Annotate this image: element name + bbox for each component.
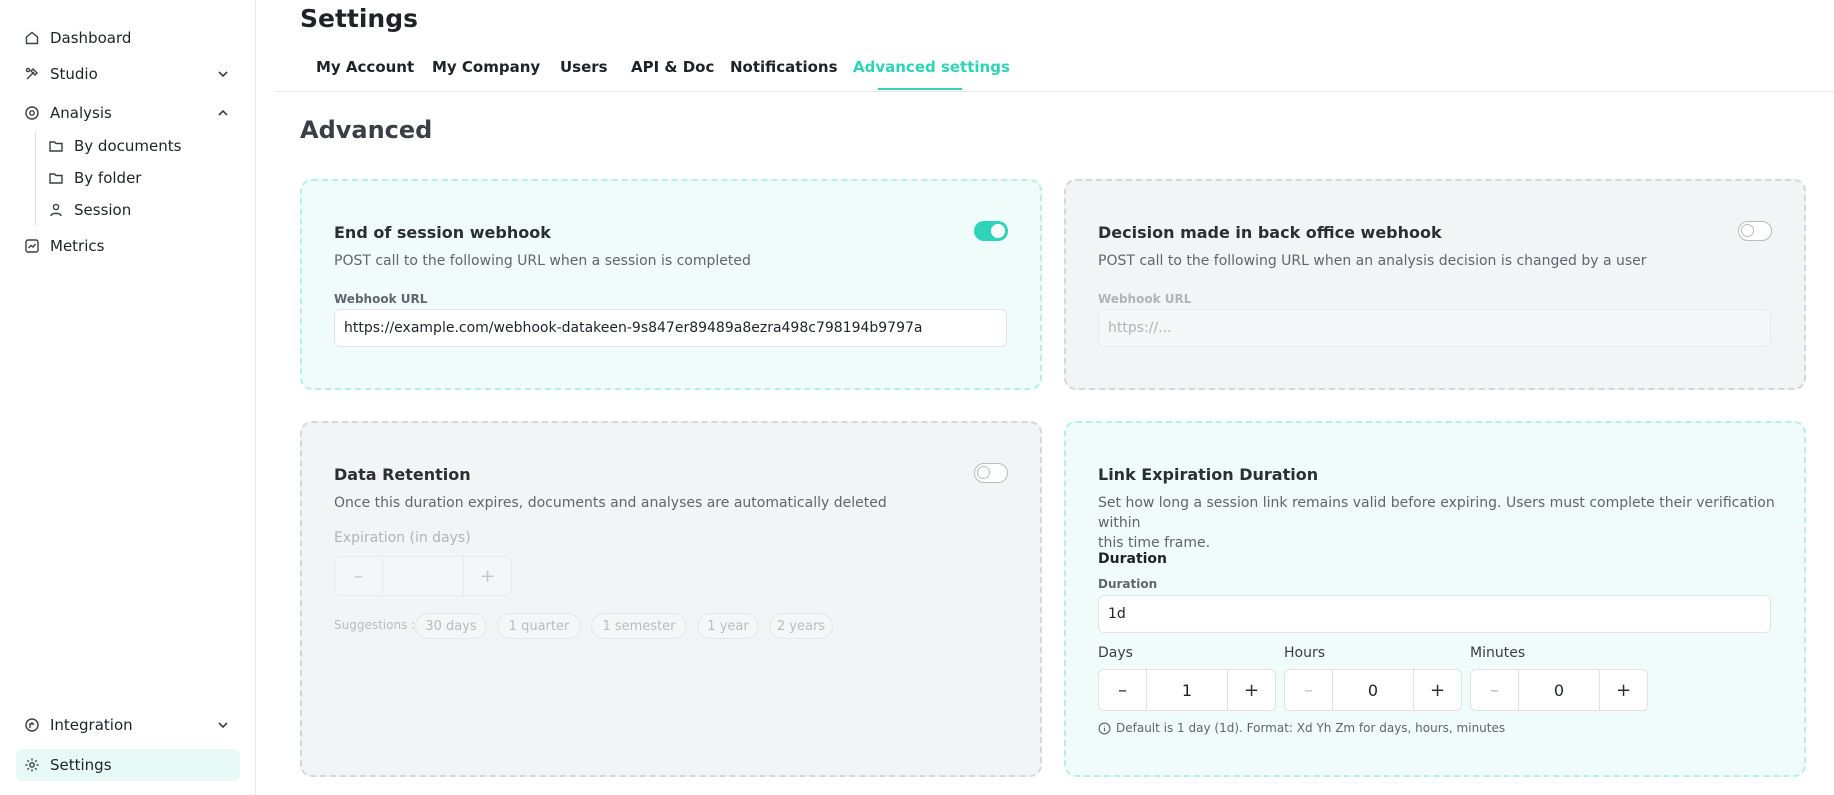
card-title: Link Expiration Duration	[1098, 465, 1319, 484]
sidebar-item-metrics[interactable]: Metrics	[16, 230, 240, 262]
days-decrement-button[interactable]: –	[1099, 670, 1147, 710]
card-title: End of session webhook	[334, 223, 551, 242]
minutes-stepper: – 0 +	[1470, 669, 1648, 711]
card-data-retention: Data Retention Once this duration expire…	[300, 421, 1042, 777]
sidebar-item-label: Metrics	[50, 237, 105, 255]
target-icon	[24, 105, 40, 121]
tab-my-company[interactable]: My Company	[432, 58, 540, 76]
sidebar-subitem-label: By documents	[74, 137, 182, 155]
expiration-label: Expiration (in days)	[334, 530, 471, 546]
hours-decrement-button[interactable]: –	[1285, 670, 1333, 710]
suggestion-chip[interactable]: 30 days	[415, 613, 487, 639]
minutes-value[interactable]: 0	[1519, 670, 1599, 710]
days-label: Days	[1098, 645, 1133, 661]
card-link-expiration: Link Expiration Duration Set how long a …	[1064, 421, 1806, 777]
gear-icon	[24, 757, 40, 773]
tab-users[interactable]: Users	[560, 58, 608, 76]
suggestion-chip[interactable]: 1 semester	[591, 613, 687, 639]
sidebar-item-label: Studio	[50, 65, 98, 83]
hours-label: Hours	[1284, 645, 1326, 661]
session-webhook-url-input[interactable]: https://example.com/webhook-datakeen-9s8…	[334, 309, 1007, 347]
sidebar-subitem-label: Session	[74, 201, 132, 219]
hours-increment-button[interactable]: +	[1413, 670, 1461, 710]
description-line: this time frame.	[1098, 535, 1211, 551]
days-increment-button[interactable]: +	[1227, 670, 1275, 710]
sidebar-item-integration[interactable]: Integration	[16, 709, 240, 741]
integration-icon	[24, 717, 40, 733]
suggestion-chip[interactable]: 1 quarter	[497, 613, 581, 639]
minutes-decrement-button[interactable]: –	[1471, 670, 1519, 710]
webhook-url-label: Webhook URL	[334, 292, 428, 306]
hours-value[interactable]: 0	[1333, 670, 1413, 710]
tab-my-account[interactable]: My Account	[316, 58, 414, 76]
decrement-button[interactable]: –	[335, 557, 383, 595]
chart-icon	[24, 238, 40, 254]
studio-icon	[24, 66, 40, 82]
minutes-label: Minutes	[1470, 645, 1526, 661]
folder-icon	[48, 138, 64, 154]
days-stepper: – 1 +	[1098, 669, 1276, 711]
card-title: Decision made in back office webhook	[1098, 223, 1442, 242]
minutes-increment-button[interactable]: +	[1599, 670, 1647, 710]
chevron-up-icon[interactable]	[216, 106, 230, 120]
sidebar-item-dashboard[interactable]: Dashboard	[16, 22, 240, 54]
sidebar-item-studio[interactable]: Studio	[16, 58, 240, 90]
sidebar-item-label: Integration	[50, 716, 133, 734]
sidebar-item-settings[interactable]: Settings	[16, 749, 240, 781]
session-webhook-toggle[interactable]	[974, 221, 1008, 241]
decision-webhook-toggle[interactable]	[1738, 221, 1772, 241]
duration-section-label: Duration	[1098, 551, 1168, 567]
chevron-down-icon[interactable]	[216, 67, 230, 81]
card-session-webhook: End of session webhook POST call to the …	[300, 179, 1042, 390]
expiration-value[interactable]	[383, 557, 463, 595]
suggestion-chip[interactable]: 2 years	[769, 613, 833, 639]
card-description: POST call to the following URL when a se…	[334, 253, 751, 269]
tab-advanced-settings[interactable]: Advanced settings	[853, 58, 1010, 76]
sidebar-subitem-session[interactable]: Session	[48, 195, 238, 225]
hours-stepper: – 0 +	[1284, 669, 1462, 711]
expiration-stepper: – +	[334, 556, 512, 596]
increment-button[interactable]: +	[463, 557, 511, 595]
card-description: Once this duration expires, documents an…	[334, 495, 887, 511]
data-retention-toggle[interactable]	[974, 463, 1008, 483]
info-icon	[1098, 722, 1111, 734]
sidebar-item-analysis[interactable]: Analysis	[16, 97, 240, 129]
page-title: Settings	[300, 4, 419, 33]
card-description: POST call to the following URL when an a…	[1098, 253, 1647, 269]
sidebar-item-label: Settings	[50, 756, 112, 774]
description-line: Set how long a session link remains vali…	[1098, 495, 1775, 531]
webhook-url-label: Webhook URL	[1098, 292, 1192, 306]
sidebar-subitem-by-folder[interactable]: By folder	[48, 163, 238, 193]
chevron-down-icon[interactable]	[216, 718, 230, 732]
sidebar-subitem-by-documents[interactable]: By documents	[48, 131, 238, 161]
folder-icon	[48, 170, 64, 186]
user-icon	[48, 202, 64, 218]
days-value[interactable]: 1	[1147, 670, 1227, 710]
duration-input[interactable]: 1d	[1098, 595, 1771, 633]
toggle-knob	[1741, 224, 1754, 237]
section-title: Advanced	[300, 116, 433, 144]
duration-field-label: Duration	[1098, 577, 1158, 591]
sidebar: Dashboard Studio Analysis By documents B…	[0, 0, 256, 795]
card-decision-webhook: Decision made in back office webhook POS…	[1064, 179, 1806, 390]
sidebar-subitem-label: By folder	[74, 169, 142, 187]
sidebar-item-label: Dashboard	[50, 29, 132, 47]
suggestions-row: Suggestions : 30 days 1 quarter 1 semest…	[334, 613, 834, 641]
suggestions-label: Suggestions :	[334, 618, 416, 632]
suggestion-chip[interactable]: 1 year	[697, 613, 759, 639]
tab-bar: My Account My Company Users API & Doc No…	[276, 52, 1834, 92]
format-note-text: Default is 1 day (1d). Format: Xd Yh Zm …	[1116, 721, 1506, 735]
format-note: Default is 1 day (1d). Format: Xd Yh Zm …	[1098, 721, 1505, 735]
sidebar-item-label: Analysis	[50, 104, 112, 122]
tab-notifications[interactable]: Notifications	[730, 58, 838, 76]
toggle-knob	[977, 466, 990, 479]
card-title: Data Retention	[334, 465, 471, 484]
decision-webhook-url-input[interactable]: https://...	[1098, 309, 1771, 347]
submenu-guide-line	[35, 130, 36, 226]
card-description: Set how long a session link remains vali…	[1098, 493, 1804, 553]
tab-api-doc[interactable]: API & Doc	[631, 58, 714, 76]
toggle-knob	[991, 224, 1005, 238]
home-icon	[24, 30, 40, 46]
active-tab-indicator	[878, 88, 962, 90]
